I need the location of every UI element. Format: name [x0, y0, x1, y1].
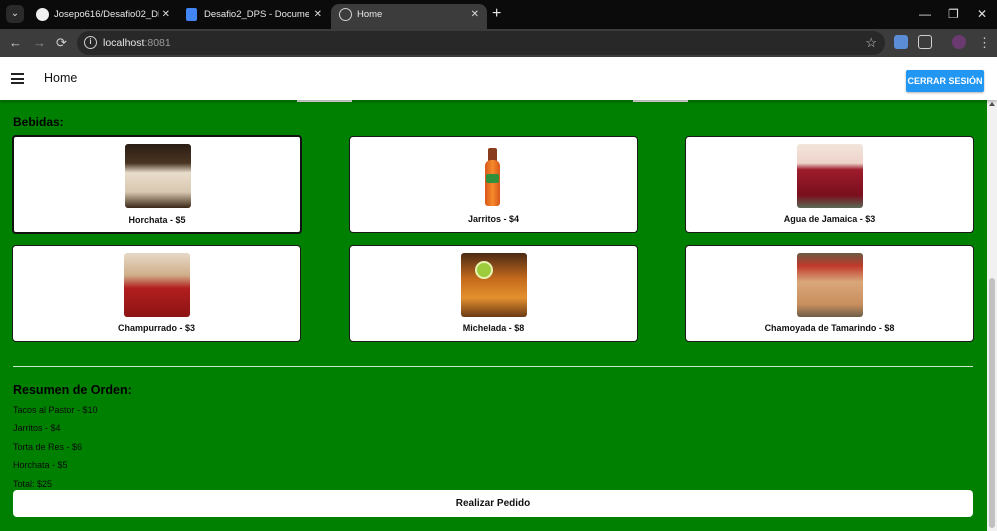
drink-label: Horchata - $5 [128, 215, 186, 225]
back-icon[interactable]: ← [9, 33, 22, 53]
tab-search-icon[interactable]: ⌄ [6, 5, 24, 23]
summary-item: Torta de Res - $6 [13, 442, 83, 452]
forward-icon[interactable]: → [33, 33, 46, 53]
browser-tab-home[interactable]: Home ✕ [331, 4, 487, 29]
profile-avatar-icon[interactable] [952, 35, 966, 49]
drink-label: Chamoyada de Tamarindo - $8 [764, 323, 895, 333]
scroll-up-arrow-icon[interactable] [989, 102, 995, 106]
close-tab-icon[interactable]: ✕ [471, 4, 479, 25]
url-host: localhost [103, 37, 145, 49]
jarritos-image [461, 144, 527, 208]
drink-card-jarritos[interactable]: Jarritos - $4 [349, 136, 638, 233]
drink-card-horchata[interactable]: Horchata - $5 [12, 135, 302, 234]
summary-item: Jarritos - $4 [13, 423, 61, 433]
drink-label: Jarritos - $4 [467, 214, 520, 224]
tab-title: Home [357, 9, 383, 20]
drink-label: Michelada - $8 [462, 323, 525, 333]
michelada-image [461, 253, 527, 317]
section-divider [13, 366, 973, 367]
url-port: :8081 [144, 37, 171, 49]
browser-tab-docs[interactable]: Desafio2_DPS - Documentos de ✕ [178, 4, 330, 29]
tab-title: Josepo616/Desafio02_DPS_Lab [54, 9, 159, 20]
address-bar[interactable]: i localhost:8081 ☆ [77, 31, 885, 55]
minimize-icon[interactable]: — [919, 4, 931, 24]
order-total: Total: $25 [13, 479, 53, 489]
chamoyada-image [797, 253, 863, 317]
browser-tab-strip: ⌄ Josepo616/Desafio02_DPS_Lab ✕ Desafio2… [0, 0, 997, 29]
order-summary-title: Resumen de Orden: [13, 383, 132, 397]
previous-card-edge [297, 100, 352, 102]
drink-label: Agua de Jamaica - $3 [783, 214, 876, 224]
page-title: Home [44, 71, 78, 85]
bookmark-star-icon[interactable]: ☆ [865, 31, 877, 55]
place-order-button[interactable]: Realizar Pedido [13, 490, 973, 517]
close-window-icon[interactable]: ✕ [977, 4, 987, 24]
app-header: Home CERRAR SESIÓN [0, 57, 997, 100]
drink-label: Champurrado - $3 [117, 323, 195, 333]
extension-icon[interactable] [894, 35, 908, 49]
drink-card-agua-de-jamaica[interactable]: Agua de Jamaica - $3 [685, 136, 974, 233]
summary-item: Horchata - $5 [13, 460, 68, 470]
url-text: localhost:8081 [103, 31, 171, 55]
page-scrollbar[interactable] [987, 100, 997, 531]
tab-title: Desafio2_DPS - Documentos de [204, 9, 309, 20]
drink-card-champurrado[interactable]: Champurrado - $3 [12, 245, 301, 342]
champurrado-image [124, 253, 190, 317]
new-tab-icon[interactable]: + [492, 4, 501, 24]
react-icon [339, 8, 352, 21]
browser-menu-icon[interactable]: ⋮ [978, 33, 991, 53]
scrollbar-thumb[interactable] [989, 278, 995, 528]
logout-button[interactable]: CERRAR SESIÓN [906, 70, 984, 92]
browser-toolbar: ← → ⟳ i localhost:8081 ☆ ⋮ [0, 29, 997, 57]
reload-icon[interactable]: ⟳ [56, 33, 67, 53]
extensions-puzzle-icon[interactable] [918, 35, 932, 49]
close-tab-icon[interactable]: ✕ [314, 4, 322, 25]
drinks-section-title: Bebidas: [13, 115, 64, 129]
hamburger-menu-icon[interactable] [11, 73, 24, 84]
browser-tab-github[interactable]: Josepo616/Desafio02_DPS_Lab ✕ [28, 4, 178, 29]
close-tab-icon[interactable]: ✕ [162, 4, 170, 25]
drink-card-michelada[interactable]: Michelada - $8 [349, 245, 638, 342]
github-icon [36, 8, 49, 21]
agua-de-jamaica-image [797, 144, 863, 208]
main-content: Bebidas: Horchata - $5 Jarritos - $4 Agu… [0, 100, 987, 531]
site-info-icon[interactable]: i [84, 36, 97, 49]
drink-card-chamoyada-de-tamarindo[interactable]: Chamoyada de Tamarindo - $8 [685, 245, 974, 342]
horchata-image [125, 144, 191, 208]
summary-item: Tacos al Pastor - $10 [13, 405, 98, 415]
restore-icon[interactable]: ❐ [948, 4, 959, 24]
google-docs-icon [186, 8, 197, 21]
previous-card-edge [633, 100, 688, 102]
